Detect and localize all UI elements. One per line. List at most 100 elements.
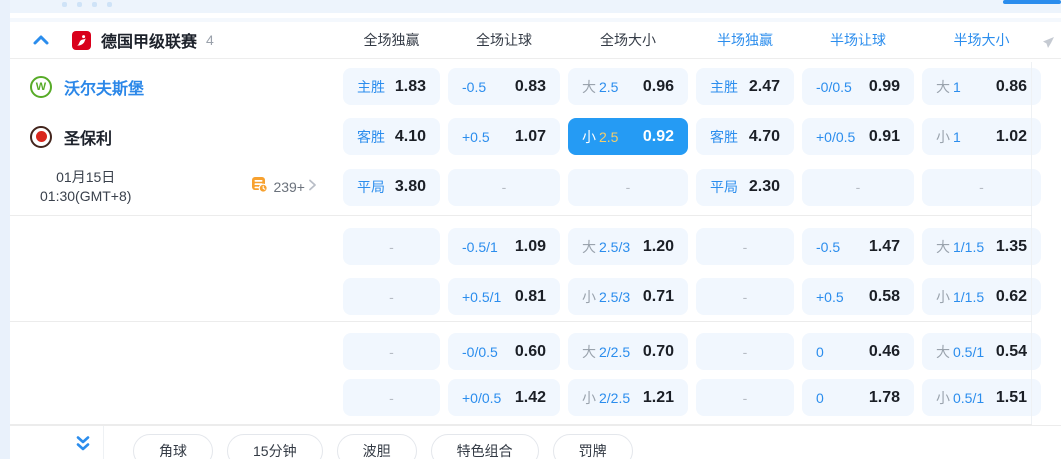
odds-cell-empty: - [343, 333, 440, 370]
team-name-home[interactable]: 沃尔夫斯堡 [64, 75, 144, 99]
over-under-prefix: 大 [582, 238, 596, 255]
odds-cell[interactable]: 0 0.46 [802, 333, 914, 370]
more-markets-link[interactable]: 239+ [251, 176, 317, 198]
odds-line: -0/0.5 [462, 343, 498, 360]
collapse-chevron-up-icon[interactable] [32, 33, 50, 47]
odds-cell[interactable]: 小 2.5/3 0.71 [568, 278, 688, 315]
odds-cell[interactable]: 大 2.5 0.96 [568, 68, 688, 105]
over-under-prefix: 大 [582, 343, 596, 360]
empty-odds-dash: - [389, 238, 394, 255]
odds-value: 0.81 [514, 287, 546, 305]
column-header-1: 全场让球 [476, 32, 532, 48]
odds-line: 主胜 [710, 78, 738, 95]
over-under-prefix: 小 [582, 128, 596, 145]
league-header-row: 德国甲级联赛 4 全场独赢 全场让球 全场大小 半场独赢 半场让球 半场大小 [10, 22, 1061, 58]
odds-label: 0 [816, 344, 824, 360]
odds-cell[interactable]: +0/0.5 0.91 [802, 118, 914, 155]
empty-odds-dash: - [742, 343, 748, 360]
odds-value: 4.70 [748, 127, 780, 145]
odds-cell[interactable]: 大 0.5/1 0.54 [922, 333, 1041, 370]
odds-value: 0.60 [514, 342, 546, 360]
page-left-gutter [0, 0, 10, 459]
odds-line: 平局 [710, 179, 738, 195]
bundesliga-logo-icon [72, 30, 91, 50]
tab-indicator-bar [1003, 0, 1061, 4]
expand-double-chevron-down-icon[interactable] [74, 435, 92, 453]
over-under-prefix: 大 [936, 343, 950, 360]
league-odds-panel: 德国甲级联赛 4 全场独赢 全场让球 全场大小 半场独赢 半场让球 半场大小 W 沃尔夫斯堡… [10, 22, 1061, 459]
odds-cell[interactable]: -0.5/1 1.09 [448, 228, 560, 265]
odds-label: 客胜 [710, 127, 738, 147]
odds-line: -0/0.5 [816, 78, 852, 95]
odds-cell-empty: - [343, 379, 440, 416]
odds-cell[interactable]: 小 0.5/1 1.51 [922, 379, 1041, 416]
odds-cell-selected[interactable]: 小 2.5 0.92 [568, 118, 688, 155]
odds-cell[interactable]: 0 1.78 [802, 379, 914, 416]
odds-value: 0.54 [995, 342, 1027, 360]
market-tab-button-4[interactable]: 罚牌 [552, 434, 633, 459]
odds-cell[interactable]: 主胜 1.83 [343, 68, 440, 105]
odds-cell[interactable]: -0.5 1.47 [802, 228, 914, 265]
odds-line: 2/2.5 [599, 343, 631, 360]
odds-value: 1.07 [514, 127, 546, 145]
pin-icon[interactable] [1039, 34, 1055, 55]
empty-odds-dash: - [742, 238, 748, 255]
odds-line: 0 [816, 343, 824, 360]
odds-label: 0 [816, 390, 824, 406]
odds-cell[interactable]: -0/0.5 0.60 [448, 333, 560, 370]
odds-cell[interactable]: 小 1/1.5 0.62 [922, 278, 1041, 315]
odds-cell[interactable]: +0.5 0.58 [802, 278, 914, 315]
column-header-5: 半场大小 [953, 32, 1010, 48]
odds-value: 0.58 [868, 287, 900, 305]
odds-cell[interactable]: 平局 2.30 [696, 168, 794, 206]
odds-label: 大 2/2.5 [582, 342, 630, 362]
odds-cell[interactable]: -0/0.5 0.99 [802, 68, 914, 105]
odds-cell[interactable]: 平局 3.80 [343, 168, 440, 206]
markets-list-icon [251, 176, 269, 198]
odds-label: -0.5 [816, 239, 840, 255]
match-time: 01:30(GMT+8) [40, 188, 132, 204]
odds-value: 0.92 [642, 127, 674, 145]
over-under-prefix: 大 [936, 78, 950, 95]
empty-odds-dash: - [742, 389, 748, 406]
odds-cell[interactable]: +0.5 1.07 [448, 118, 560, 155]
odds-cell[interactable]: 小 1 1.02 [922, 118, 1041, 155]
odds-cell[interactable]: 大 2/2.5 0.70 [568, 333, 688, 370]
odds-line: 1 [953, 78, 961, 95]
odds-cell[interactable]: 大 1 0.86 [922, 68, 1041, 105]
market-tab-button-2[interactable]: 波胆 [336, 434, 417, 459]
odds-cell[interactable]: 客胜 4.10 [343, 118, 440, 155]
odds-value: 0.46 [868, 342, 900, 360]
team-name-away[interactable]: 圣保利 [64, 125, 112, 149]
market-tab-button-0[interactable]: 角球 [133, 434, 213, 459]
odds-label: 主胜 [357, 77, 385, 97]
footer-bar: 角球 15分钟 波胆 特色组合 罚牌 [10, 425, 1061, 459]
empty-odds-dash: - [742, 288, 748, 305]
empty-odds-dash: - [389, 343, 394, 360]
odds-value: 0.91 [868, 127, 900, 145]
odds-cell[interactable]: 主胜 2.47 [696, 68, 794, 105]
odds-line: 客胜 [710, 128, 738, 145]
odds-row-2: 01月15日 01:30(GMT+8) 239+ 平局 3.80 - - 平局 2.30 - - [10, 168, 1061, 206]
odds-cell[interactable]: 大 2.5/3 1.20 [568, 228, 688, 265]
odds-cell-empty: - [343, 228, 440, 265]
odds-line: 平局 [357, 179, 385, 195]
odds-cell[interactable]: 大 1/1.5 1.35 [922, 228, 1041, 265]
odds-cell-empty: - [448, 168, 560, 206]
market-tab-button-3[interactable]: 特色组合 [430, 434, 539, 459]
over-under-prefix: 小 [936, 128, 950, 145]
odds-cell[interactable]: +0.5/1 0.81 [448, 278, 560, 315]
odds-label: 小 2/2.5 [582, 388, 630, 408]
odds-label: 大 1/1.5 [936, 237, 984, 257]
odds-cell[interactable]: +0/0.5 1.42 [448, 379, 560, 416]
odds-label: -0/0.5 [462, 344, 498, 360]
odds-label: 小 2.5/3 [582, 287, 630, 307]
market-tab-button-1[interactable]: 15分钟 [227, 434, 323, 459]
odds-cell[interactable]: 小 2/2.5 1.21 [568, 379, 688, 416]
odds-value: 1.35 [995, 237, 1027, 255]
odds-line: 0 [816, 389, 824, 406]
odds-cell[interactable]: -0.5 0.83 [448, 68, 560, 105]
column-header-0: 全场独赢 [363, 32, 420, 48]
odds-value: 1.78 [868, 388, 900, 406]
odds-cell[interactable]: 客胜 4.70 [696, 118, 794, 155]
